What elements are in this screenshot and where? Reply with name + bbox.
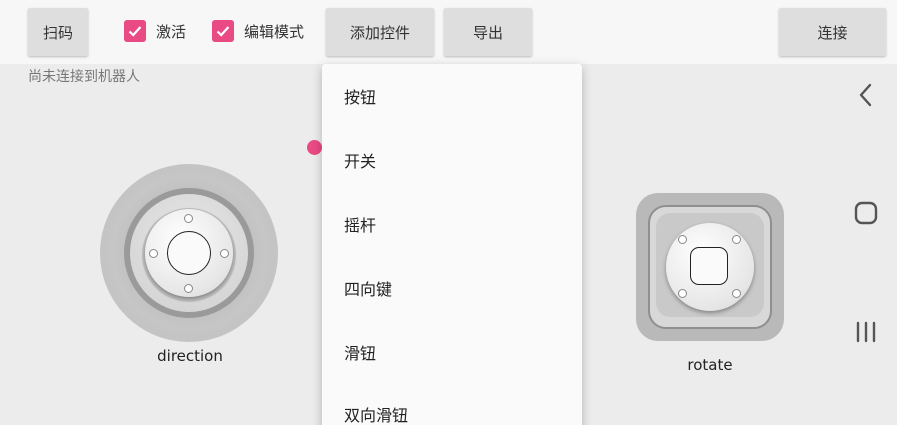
- checkmark-icon: [212, 20, 234, 42]
- toolbar: 扫码 激活 编辑模式 添加控件 导出 连接: [0, 0, 897, 64]
- activate-label: 激活: [156, 22, 187, 41]
- knob-dot: [732, 289, 741, 298]
- activate-checkbox[interactable]: 激活: [124, 20, 186, 42]
- connection-status: 尚未连接到机器人: [28, 69, 140, 85]
- knob-dot: [732, 235, 741, 244]
- knob-dot: [184, 284, 193, 293]
- knob-dot: [184, 214, 193, 223]
- knob-dot: [678, 289, 687, 298]
- edit-mode-label: 编辑模式: [244, 22, 305, 41]
- rounded-square-icon[interactable]: [853, 200, 879, 230]
- chevron-left-icon[interactable]: [856, 82, 876, 112]
- edit-mode-checkbox[interactable]: 编辑模式: [212, 20, 304, 42]
- menu-item-dpad[interactable]: 四向键: [322, 256, 582, 320]
- add-control-button[interactable]: 添加控件: [326, 8, 434, 56]
- menu-item-joystick[interactable]: 摇杆: [322, 192, 582, 256]
- knob-center-square: [690, 247, 728, 285]
- knob-dot: [678, 235, 687, 244]
- connect-button[interactable]: 连接: [779, 8, 886, 56]
- menu-item-switch[interactable]: 开关: [322, 128, 582, 192]
- menu-item-bidirectional-slider[interactable]: 双向滑钮: [322, 382, 582, 425]
- export-button[interactable]: 导出: [444, 8, 532, 56]
- app-screen: 扫码 激活 编辑模式 添加控件 导出 连接 尚未连接到机器人 direction…: [0, 0, 897, 425]
- knob-center-circle: [167, 231, 211, 275]
- knob-dot: [149, 249, 158, 258]
- direction-label: direction: [157, 347, 223, 365]
- selection-handle[interactable]: [307, 140, 322, 155]
- direction-joystick[interactable]: [100, 164, 278, 342]
- scan-button[interactable]: 扫码: [28, 8, 88, 56]
- joystick-knob[interactable]: [666, 223, 754, 311]
- joystick-knob[interactable]: [145, 209, 233, 297]
- add-control-menu: 按钮 开关 摇杆 四向键 滑钮 双向滑钮: [322, 64, 582, 425]
- rotate-label: rotate: [687, 356, 733, 374]
- three-bars-icon[interactable]: [853, 319, 879, 349]
- menu-item-button[interactable]: 按钮: [322, 64, 582, 128]
- checkmark-icon: [124, 20, 146, 42]
- menu-item-slider[interactable]: 滑钮: [322, 320, 582, 384]
- rotate-joystick[interactable]: [636, 193, 784, 341]
- knob-dot: [220, 249, 229, 258]
